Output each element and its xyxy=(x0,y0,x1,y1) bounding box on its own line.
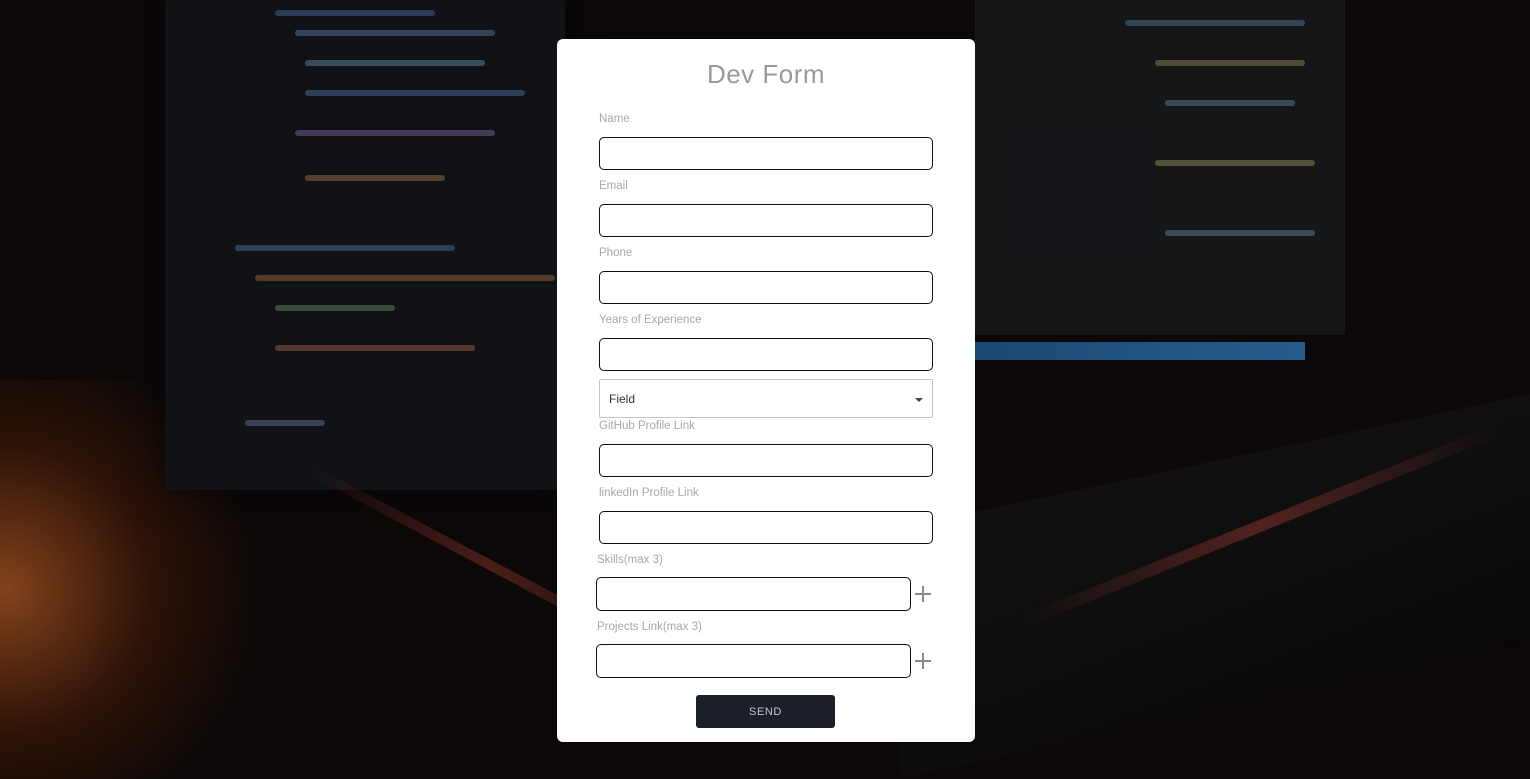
skills-label: Skills(max 3) xyxy=(597,554,663,566)
linkedin-label: linkedIn Profile Link xyxy=(599,487,699,499)
name-label: Name xyxy=(599,113,630,125)
github-input[interactable] xyxy=(599,444,933,477)
experience-label: Years of Experience xyxy=(599,314,702,326)
add-project-plus-icon[interactable] xyxy=(915,653,931,669)
experience-input[interactable] xyxy=(599,338,933,371)
github-label: GitHub Profile Link xyxy=(599,420,695,432)
send-button[interactable]: SEND xyxy=(696,695,835,728)
projects-label: Projects Link(max 3) xyxy=(597,621,702,633)
caret-down-icon xyxy=(915,398,923,402)
skills-input[interactable] xyxy=(596,577,911,611)
linkedin-input[interactable] xyxy=(599,511,933,544)
email-input[interactable] xyxy=(599,204,933,237)
field-select[interactable]: Field xyxy=(599,379,933,418)
projects-input[interactable] xyxy=(596,644,911,678)
form-title: Dev Form xyxy=(706,59,826,89)
email-label: Email xyxy=(599,180,628,192)
phone-input[interactable] xyxy=(599,271,933,304)
phone-label: Phone xyxy=(599,247,633,259)
name-input[interactable] xyxy=(599,137,933,170)
add-skill-plus-icon[interactable] xyxy=(915,586,931,602)
dev-form-card: Dev Form Name Email Phone Years of Exper… xyxy=(557,39,975,742)
field-select-value: Field xyxy=(609,392,636,406)
